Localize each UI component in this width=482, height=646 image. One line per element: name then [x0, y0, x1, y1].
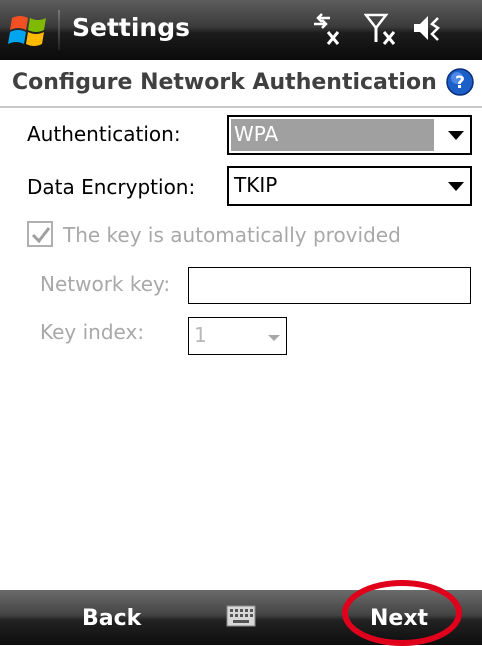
key-index-select[interactable]: 1	[188, 317, 287, 355]
authentication-select[interactable]: WPA	[227, 115, 472, 155]
auto-key-label: The key is automatically provided	[63, 223, 401, 247]
data-encryption-value: TKIP	[234, 173, 278, 197]
authentication-label: Authentication:	[27, 122, 181, 146]
network-key-label: Network key:	[40, 272, 171, 296]
volume-off-icon[interactable]	[412, 12, 448, 50]
checkmark-icon	[31, 227, 51, 244]
title-bar: Settings	[0, 0, 482, 60]
softkey-bar: Back Next	[0, 590, 482, 645]
help-icon[interactable]: ?	[446, 68, 474, 96]
app-title: Settings	[72, 13, 191, 42]
data-encryption-select[interactable]: TKIP	[227, 166, 472, 206]
key-index-value: 1	[194, 323, 207, 347]
chevron-down-icon[interactable]	[448, 131, 464, 140]
title-separator	[58, 10, 60, 50]
svg-text:?: ?	[455, 73, 465, 93]
network-key-field[interactable]	[188, 267, 471, 304]
status-icons[interactable]	[308, 12, 478, 48]
signal-off-icon[interactable]	[363, 12, 398, 50]
chevron-down-icon[interactable]	[448, 182, 464, 191]
page-title: Configure Network Authentication	[12, 70, 437, 95]
connectivity-icon[interactable]	[310, 12, 342, 50]
back-button[interactable]: Back	[82, 606, 141, 631]
chevron-down-icon[interactable]	[268, 335, 280, 341]
data-encryption-label: Data Encryption:	[27, 175, 196, 199]
keyboard-icon[interactable]	[226, 605, 256, 627]
page-header: Configure Network Authentication ?	[0, 60, 482, 108]
auto-key-checkbox[interactable]	[27, 221, 53, 247]
next-button[interactable]: Next	[370, 606, 428, 631]
key-index-label: Key index:	[40, 320, 145, 344]
authentication-value: WPA	[234, 122, 279, 146]
windows-start-icon[interactable]	[6, 8, 54, 52]
